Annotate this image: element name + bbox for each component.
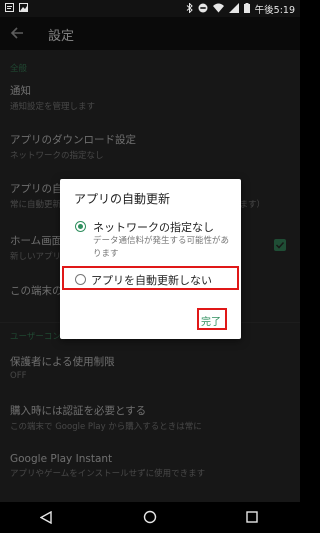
wifi-icon: [212, 3, 224, 16]
dialog-title: アプリの自動更新: [74, 192, 171, 206]
back-nav-icon[interactable]: [40, 511, 52, 524]
image-icon: [19, 3, 28, 15]
recents-nav-icon[interactable]: [246, 511, 258, 523]
radio-any-network[interactable]: [75, 221, 86, 232]
option-any-network-label[interactable]: ネットワークの指定なし: [93, 219, 214, 235]
notification-icon: [5, 3, 14, 15]
done-button[interactable]: 完了: [201, 313, 221, 328]
auto-update-dialog: アプリの自動更新 ネットワークの指定なし データ通信料が発生する可能性があります…: [60, 179, 241, 339]
status-bar: 午後5:19: [0, 0, 300, 17]
bluetooth-icon: [186, 1, 193, 16]
option-do-not-auto-update-label[interactable]: アプリを自動更新しない: [91, 272, 212, 288]
navigation-bar: [0, 502, 300, 533]
signal-icon: [228, 2, 239, 16]
home-nav-icon[interactable]: [143, 510, 157, 524]
clock: 午後5:19: [254, 5, 295, 16]
battery-icon: [243, 2, 250, 16]
radio-do-not-auto-update[interactable]: [75, 274, 86, 285]
do-not-disturb-icon: [198, 3, 208, 16]
option-any-network-description: データ通信料が発生する可能性があります: [93, 236, 230, 259]
